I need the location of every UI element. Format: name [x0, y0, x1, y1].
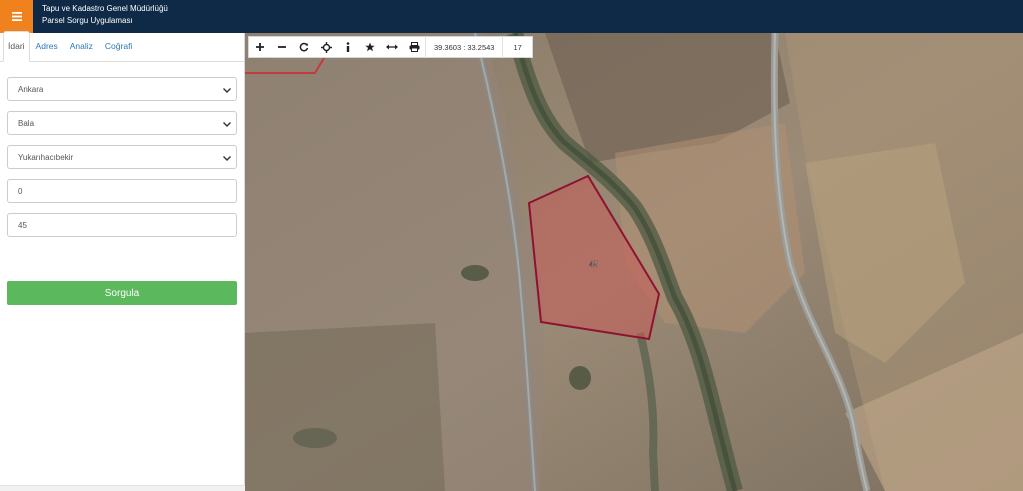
zoom-out-icon: [278, 46, 286, 48]
hamburger-icon: [11, 12, 22, 21]
parcel-number-input[interactable]: 45: [7, 213, 237, 237]
parcel-label: 45: [589, 260, 598, 269]
map-toolbar: 39.3603 : 33.2543 17: [248, 36, 533, 58]
sidebar-tabs: İdari Adres Analiz Coğrafi: [0, 31, 244, 62]
zoom-level-readout: 17: [502, 36, 531, 58]
district-select-value: Bala: [18, 118, 35, 128]
tab-idari[interactable]: İdari: [3, 31, 30, 62]
district-select[interactable]: Bala: [7, 111, 237, 135]
app-title-line1: Tapu ve Kadastro Genel Müdürlüğü: [42, 4, 168, 13]
locate-icon: [320, 41, 332, 53]
zoom-in-button[interactable]: [249, 36, 271, 58]
parcel-number-value: 45: [18, 220, 27, 230]
print-button[interactable]: [403, 36, 425, 58]
chevron-down-icon: [223, 88, 231, 93]
info-button[interactable]: [337, 36, 359, 58]
app-title-line2: Parsel Sorgu Uygulaması: [42, 16, 133, 25]
zoom-in-icon: [256, 43, 264, 51]
zoom-out-button[interactable]: [271, 36, 293, 58]
menu-button[interactable]: [0, 0, 33, 33]
tab-cografi[interactable]: Coğrafi: [99, 41, 138, 61]
query-button[interactable]: Sorgula: [7, 281, 237, 305]
block-number-input[interactable]: 0: [7, 179, 237, 203]
favorite-button[interactable]: [359, 36, 381, 58]
satellite-imagery: 45: [245, 33, 1023, 491]
chevron-down-icon: [223, 156, 231, 161]
province-select-value: Ankara: [18, 84, 44, 94]
favorite-star-icon: [365, 42, 375, 52]
measure-icon: [386, 44, 398, 50]
top-bar: Tapu ve Kadastro Genel Müdürlüğü Parsel …: [0, 0, 1023, 33]
neighborhood-select[interactable]: Yukarıhacıbekir: [7, 145, 237, 169]
refresh-icon: [299, 42, 309, 52]
tab-analiz[interactable]: Analiz: [64, 41, 99, 61]
refresh-button[interactable]: [293, 36, 315, 58]
block-number-value: 0: [18, 186, 23, 196]
neighborhood-select-value: Yukarıhacıbekir: [18, 152, 74, 162]
measure-button[interactable]: [381, 36, 403, 58]
chevron-down-icon: [223, 122, 231, 127]
province-select[interactable]: Ankara: [7, 77, 237, 101]
app-title: Tapu ve Kadastro Genel Müdürlüğü Parsel …: [42, 3, 168, 27]
coordinates-readout: 39.3603 : 33.2543: [425, 36, 502, 58]
map-view[interactable]: 45 39.3603 : 33.2543 17: [245, 33, 1023, 491]
info-icon: [346, 42, 350, 52]
sidebar-footer: [0, 485, 245, 491]
sidebar: İdari Adres Analiz Coğrafi Ankara Bala Y…: [0, 31, 245, 491]
tab-adres[interactable]: Adres: [30, 41, 64, 61]
print-icon: [409, 42, 419, 52]
locate-button[interactable]: [315, 36, 337, 58]
